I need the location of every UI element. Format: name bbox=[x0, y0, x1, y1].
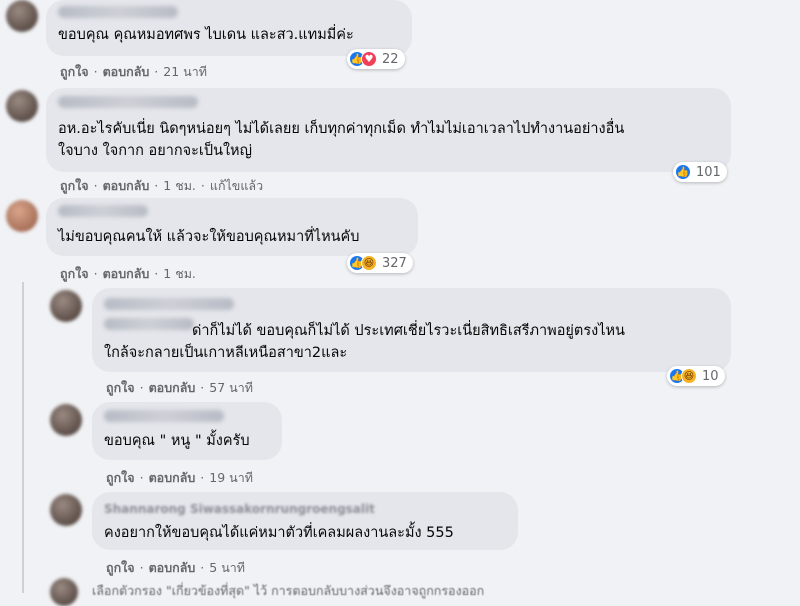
haha-icon: 😆 bbox=[361, 255, 377, 271]
reaction-count: 10 bbox=[702, 368, 719, 384]
blurred-author-name[interactable] bbox=[58, 6, 178, 18]
like-link[interactable]: ถูกใจ bbox=[106, 380, 135, 395]
reply-link[interactable]: ตอบกลับ bbox=[149, 380, 196, 395]
timestamp[interactable]: 5 นาที bbox=[209, 560, 245, 575]
reaction-count: 22 bbox=[382, 51, 399, 67]
comment-actions: ถูกใจ · ตอบกลับ · 1 ชม. bbox=[60, 266, 196, 281]
reply-link[interactable]: ตอบกลับ bbox=[149, 560, 196, 575]
comment-actions: ถูกใจ · ตอบกลับ · 1 ชม. · แก้ไขแล้ว bbox=[60, 178, 264, 193]
blurred-author-name[interactable] bbox=[104, 410, 224, 422]
reply-link[interactable]: ตอบกลับ bbox=[103, 64, 150, 79]
comment-actions: ถูกใจ · ตอบกลับ · 5 นาที bbox=[106, 560, 246, 575]
reaction-count: 327 bbox=[382, 255, 407, 271]
edited-label[interactable]: แก้ไขแล้ว bbox=[210, 178, 263, 193]
reaction-count: 101 bbox=[696, 164, 721, 180]
comment-text: ขอบคุณ " หนู " มั้งครับ bbox=[104, 433, 250, 449]
comment-text-line: ด่าก็ไม่ได้ ขอบคุณก็ไม่ได้ ประเทศเชี่ยไร… bbox=[192, 323, 625, 339]
reaction-summary[interactable]: 👍 😆 10 bbox=[667, 366, 725, 386]
timestamp[interactable]: 21 นาที bbox=[163, 64, 207, 79]
avatar[interactable] bbox=[6, 200, 38, 232]
comment-bubble: ขอบคุณ คุณหมอทศพร ไบเดน และสว.แทมมี่ค่ะ bbox=[46, 0, 412, 56]
love-icon: ♥ bbox=[361, 51, 377, 67]
comment-text-line: ใกล้จะกลายเป็นเกาหลีเหนือสาขา2และ bbox=[104, 345, 348, 361]
like-link[interactable]: ถูกใจ bbox=[60, 64, 89, 79]
avatar[interactable] bbox=[50, 578, 78, 606]
reaction-summary[interactable]: 👍 ♥ 22 bbox=[347, 49, 405, 69]
reply-link[interactable]: ตอบกลับ bbox=[103, 178, 150, 193]
blurred-author-name[interactable] bbox=[104, 298, 234, 310]
avatar[interactable] bbox=[50, 404, 82, 436]
avatar[interactable] bbox=[50, 290, 82, 322]
like-link[interactable]: ถูกใจ bbox=[60, 178, 89, 193]
reply-thread-line bbox=[22, 282, 24, 593]
like-link[interactable]: ถูกใจ bbox=[60, 266, 89, 281]
blurred-author-name bbox=[104, 318, 194, 330]
comment-text-line: อห.อะไรคับเนี่ย นิดๆหน่อยๆ ไม่ได้เลยย เก… bbox=[58, 121, 625, 137]
timestamp[interactable]: 19 นาที bbox=[209, 470, 253, 485]
comment-text: ไม่ขอบคุณคนให้ แล้วจะให้ขอบคุณหมาที่ไหนค… bbox=[58, 229, 360, 245]
author-name[interactable]: Shannarong Siwassakornrungroengsalit bbox=[104, 502, 375, 516]
comment-actions: ถูกใจ · ตอบกลับ · 19 นาที bbox=[106, 470, 253, 485]
comment-bubble: ไม่ขอบคุณคนให้ แล้วจะให้ขอบคุณหมาที่ไหนค… bbox=[46, 198, 418, 256]
blurred-author-name[interactable] bbox=[58, 96, 198, 108]
comment-actions: ถูกใจ · ตอบกลับ · 57 นาที bbox=[106, 380, 253, 395]
comment-actions: ถูกใจ · ตอบกลับ · 21 นาที bbox=[60, 64, 207, 79]
reply-link[interactable]: ตอบกลับ bbox=[149, 470, 196, 485]
filter-note: เลือกตัวกรอง "เกี่ยวข้องที่สุด" ไว้ การต… bbox=[92, 583, 485, 598]
avatar[interactable] bbox=[6, 0, 38, 32]
haha-icon: 😆 bbox=[681, 368, 697, 384]
comment-text-line: ใจบาง ใจกาก อยากจะเป็นใหญ่ bbox=[58, 143, 252, 159]
reply-bubble: Shannarong Siwassakornrungroengsalit คงอ… bbox=[92, 492, 518, 550]
timestamp[interactable]: 1 ชม. bbox=[163, 266, 196, 281]
reply-link[interactable]: ตอบกลับ bbox=[103, 266, 150, 281]
like-icon: 👍 bbox=[675, 164, 691, 180]
comment-text: คงอยากให้ขอบคุณได้แค่หมาตัวที่เคลมผลงานล… bbox=[104, 525, 454, 541]
avatar[interactable] bbox=[6, 90, 38, 122]
blurred-author-name[interactable] bbox=[58, 205, 148, 217]
like-link[interactable]: ถูกใจ bbox=[106, 470, 135, 485]
avatar[interactable] bbox=[50, 494, 82, 526]
reaction-summary[interactable]: 👍 101 bbox=[673, 162, 727, 182]
comment-text: ขอบคุณ คุณหมอทศพร ไบเดน และสว.แทมมี่ค่ะ bbox=[58, 27, 354, 43]
timestamp[interactable]: 1 ชม. bbox=[163, 178, 196, 193]
comment-bubble: อห.อะไรคับเนี่ย นิดๆหน่อยๆ ไม่ได้เลยย เก… bbox=[46, 88, 731, 172]
reply-bubble: ขอบคุณ " หนู " มั้งครับ bbox=[92, 402, 282, 460]
reply-bubble: ด่าก็ไม่ได้ ขอบคุณก็ไม่ได้ ประเทศเชี่ยไร… bbox=[92, 288, 731, 372]
reaction-summary[interactable]: 👍 😆 327 bbox=[347, 253, 413, 273]
timestamp[interactable]: 57 นาที bbox=[209, 380, 253, 395]
like-link[interactable]: ถูกใจ bbox=[106, 560, 135, 575]
